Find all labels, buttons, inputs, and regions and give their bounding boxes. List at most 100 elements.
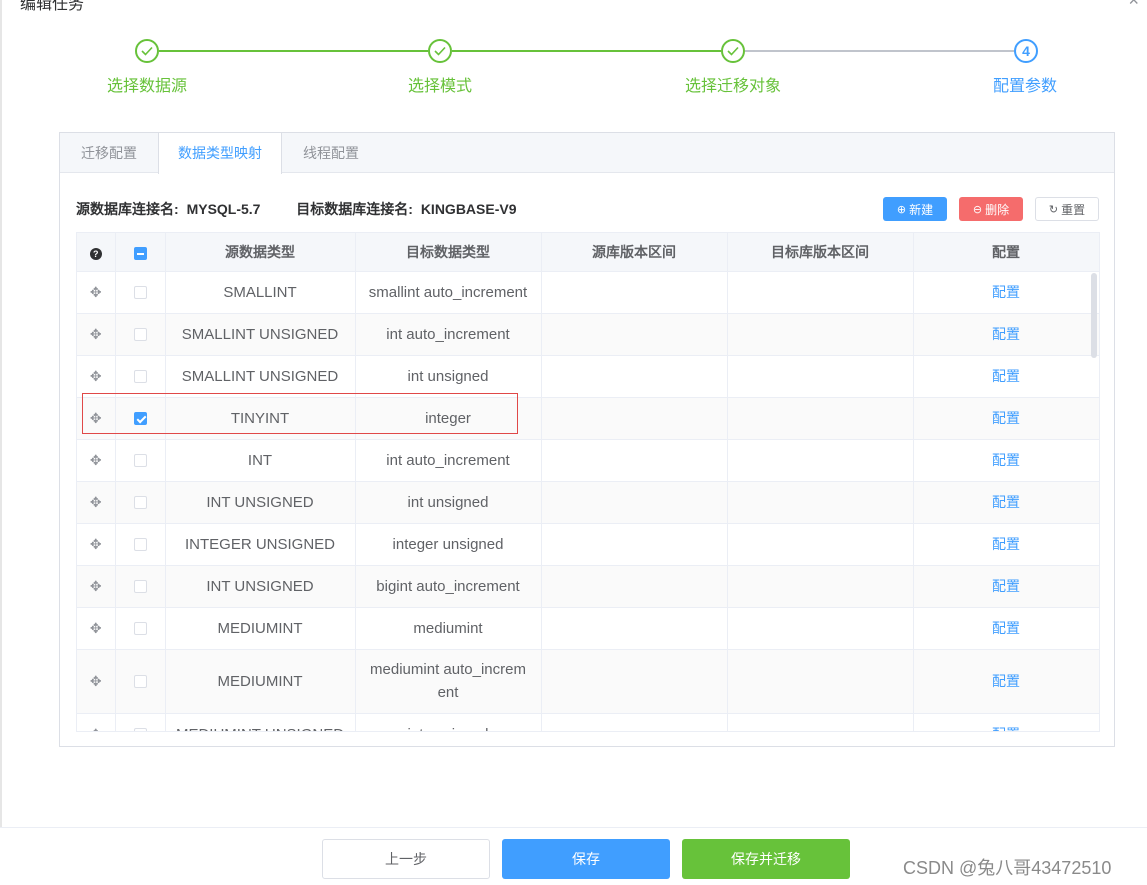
table-row[interactable]: ✥ INT UNSIGNED int unsigned 配置 <box>77 481 1099 524</box>
reset-button-label: 重置 <box>1061 202 1086 217</box>
config-link[interactable]: 配置 <box>992 726 1020 731</box>
drag-cell: ✥ <box>77 713 116 732</box>
header-help: ? <box>77 233 116 272</box>
config-link[interactable]: 配置 <box>992 368 1020 384</box>
source-version-cell <box>541 523 728 566</box>
tab-thread-config[interactable]: 线程配置 <box>282 133 380 173</box>
target-type-cell: integer unsigned <box>355 523 542 566</box>
row-checkbox[interactable] <box>133 496 147 510</box>
drag-handle-icon[interactable]: ✥ <box>90 726 102 732</box>
delete-button[interactable]: ⊖ 删除 <box>959 197 1023 221</box>
step-check-icon <box>428 39 452 63</box>
config-link[interactable]: 配置 <box>992 452 1020 468</box>
step-title: 配置参数 <box>993 78 1058 95</box>
select-cell <box>115 271 166 314</box>
row-checkbox[interactable] <box>133 454 147 468</box>
tab-migration-config[interactable]: 迁移配置 <box>60 133 158 173</box>
prev-step-button[interactable]: 上一步 <box>322 839 490 879</box>
config-link[interactable]: 配置 <box>992 284 1020 300</box>
reset-button[interactable]: ↻ 重置 <box>1035 197 1099 221</box>
minus-circle-icon: ⊖ <box>972 203 983 216</box>
row-checkbox[interactable] <box>133 328 147 342</box>
source-version-cell <box>541 607 728 650</box>
step-number: 4 <box>1014 39 1038 63</box>
drag-handle-icon[interactable]: ✥ <box>90 494 102 510</box>
target-type-cell: int unsigned <box>355 355 542 398</box>
config-cell: 配置 <box>913 649 1099 714</box>
drag-handle-icon[interactable]: ✥ <box>90 620 102 636</box>
table-row[interactable]: ✥ SMALLINT UNSIGNED int unsigned 配置 <box>77 355 1099 398</box>
drag-handle-icon[interactable]: ✥ <box>90 368 102 384</box>
header-select <box>115 233 166 272</box>
header-target-type: 目标数据类型 <box>355 233 542 272</box>
table-scrollbar[interactable] <box>1091 273 1097 358</box>
row-checkbox[interactable] <box>133 675 147 689</box>
target-version-cell <box>727 355 914 398</box>
row-checkbox[interactable] <box>133 412 147 426</box>
config-link[interactable]: 配置 <box>992 326 1020 342</box>
table-row[interactable]: ✥ TINYINT integer 配置 <box>77 397 1099 440</box>
refresh-icon: ↻ <box>1048 203 1059 216</box>
drag-handle-icon[interactable]: ✥ <box>90 452 102 468</box>
drag-handle-icon[interactable]: ✥ <box>90 284 102 300</box>
target-type-cell: mediumint <box>355 607 542 650</box>
config-link[interactable]: 配置 <box>992 578 1020 594</box>
drag-handle-icon[interactable]: ✥ <box>90 326 102 342</box>
source-version-cell <box>541 481 728 524</box>
drag-handle-icon[interactable]: ✥ <box>90 536 102 552</box>
table-row[interactable]: ✥ INT UNSIGNED bigint auto_increment 配置 <box>77 565 1099 608</box>
save-button[interactable]: 保存 <box>502 839 670 879</box>
row-checkbox[interactable] <box>133 728 147 731</box>
source-type-cell: MEDIUMINT UNSIGNED <box>165 713 356 731</box>
source-type-cell: INT UNSIGNED <box>165 565 356 608</box>
select-cell <box>115 713 166 731</box>
config-cell: 配置 <box>913 313 1099 356</box>
target-version-cell <box>727 397 914 440</box>
source-type-cell: INTEGER UNSIGNED <box>165 523 356 566</box>
config-link[interactable]: 配置 <box>992 494 1020 510</box>
config-link[interactable]: 配置 <box>992 536 1020 552</box>
config-link[interactable]: 配置 <box>992 410 1020 426</box>
row-checkbox[interactable] <box>133 580 147 594</box>
row-checkbox[interactable] <box>133 286 147 300</box>
target-version-cell <box>727 565 914 608</box>
source-version-cell <box>541 565 728 608</box>
new-button-label: 新建 <box>909 202 934 217</box>
source-version-cell <box>541 649 728 714</box>
tab-type-mapping[interactable]: 数据类型映射 <box>158 133 282 174</box>
step-connector <box>452 50 721 52</box>
source-type-cell: MEDIUMINT <box>165 649 356 714</box>
table-row[interactable]: ✥ SMALLINT smallint auto_increment 配置 <box>77 271 1099 314</box>
drag-handle-icon[interactable]: ✥ <box>90 578 102 594</box>
dialog-footer: 上一步 保存 保存并迁移 CSDN @兔八哥43472510 <box>0 827 1147 885</box>
target-version-cell <box>727 607 914 650</box>
drag-cell: ✥ <box>77 313 116 356</box>
table-row[interactable]: ✥ SMALLINT UNSIGNED int auto_increment 配置 <box>77 313 1099 356</box>
config-link[interactable]: 配置 <box>992 673 1020 689</box>
target-type-cell: smallint auto_increment <box>355 271 542 314</box>
row-checkbox[interactable] <box>133 622 147 636</box>
row-checkbox[interactable] <box>133 538 147 552</box>
help-icon[interactable]: ? <box>89 247 102 260</box>
table-row[interactable]: ✥ INT int auto_increment 配置 <box>77 439 1099 482</box>
table-row[interactable]: ✥ MEDIUMINT UNSIGNEDint unsigned 配置 <box>77 713 1099 732</box>
drag-handle-icon[interactable]: ✥ <box>90 673 102 689</box>
table-row[interactable]: ✥ MEDIUMINT mediumint 配置 <box>77 607 1099 650</box>
drag-handle-icon[interactable]: ✥ <box>90 410 102 426</box>
select-all-checkbox[interactable] <box>133 246 147 260</box>
table-row[interactable]: ✥ INTEGER UNSIGNED integer unsigned 配置 <box>77 523 1099 566</box>
select-cell <box>115 439 166 482</box>
save-and-migrate-button[interactable]: 保存并迁移 <box>682 839 850 879</box>
header-config: 配置 <box>913 233 1099 272</box>
plus-circle-icon: ⊕ <box>896 203 907 216</box>
source-version-cell <box>541 439 728 482</box>
config-link[interactable]: 配置 <box>992 620 1020 636</box>
new-button[interactable]: ⊕ 新建 <box>883 197 947 221</box>
select-cell <box>115 607 166 650</box>
select-cell <box>115 523 166 566</box>
drag-cell: ✥ <box>77 565 116 608</box>
row-checkbox[interactable] <box>133 370 147 384</box>
target-version-cell <box>727 313 914 356</box>
source-version-cell <box>541 313 728 356</box>
table-row[interactable]: ✥ MEDIUMINT mediumint auto_increm ent 配置 <box>77 649 1099 714</box>
